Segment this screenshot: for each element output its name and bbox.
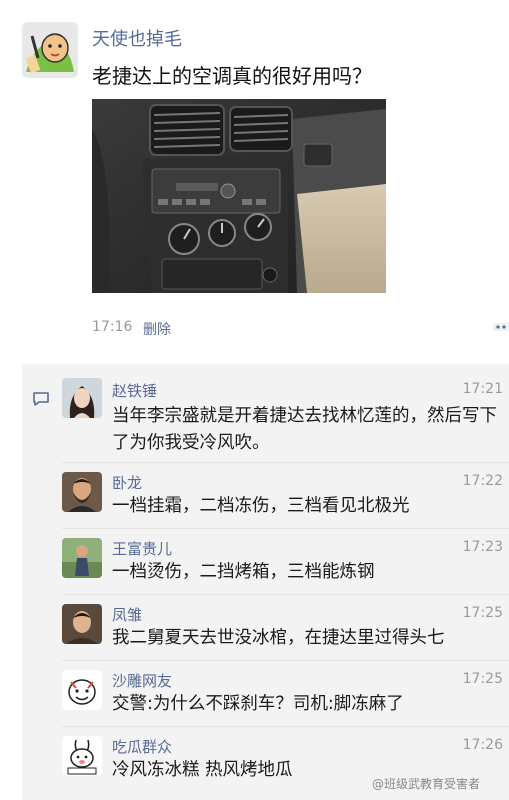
comment-time: 17:25 [462,671,503,687]
moments-post: 天使也掉毛 老捷达上的空调真的很好用吗？ 17:16 删除 [0,0,509,352]
comment-time: 17:26 [462,737,503,753]
comment-time: 17:23 [462,539,503,555]
comment-text: 我二舅夏天去世没冰棺，在捷达里过得头七 [112,628,445,648]
woman-avatar[interactable] [62,378,102,418]
person-outdoors-avatar[interactable] [62,538,102,578]
comment-author[interactable]: 沙雕网友 [112,670,172,691]
bearded-man-avatar[interactable] [62,472,102,512]
comment-time: 17:21 [462,381,503,397]
post-author-name[interactable]: 天使也掉毛 [92,25,182,51]
car-dashboard-photo-icon [92,99,386,293]
comment-text: 一档烫伤，二挡烤箱，三档能炼钢 [112,562,375,582]
comment-text: 一档挂霜，二档冻伤，三档看见北极光 [112,496,410,516]
cartoon-character-avatar-icon [22,22,78,78]
comment-time: 17:22 [462,473,503,489]
cartoon-face-avatar[interactable] [62,670,102,710]
post-text: 老捷达上的空调真的很好用吗？ [92,64,372,88]
comment-time: 17:25 [462,605,503,621]
comment-item[interactable]: 王富贵儿 17:23 一档烫伤，二挡烤箱，三档能炼钢 [22,528,509,594]
delete-link[interactable]: 删除 [143,319,171,339]
comment-author[interactable]: 吃瓜群众 [112,736,172,757]
comment-author[interactable]: 凤雏 [112,604,142,625]
man-portrait-avatar[interactable] [62,604,102,644]
comment-author[interactable]: 卧龙 [112,472,142,493]
comment-item[interactable]: 沙雕网友 17:25 交警:为什么不踩刹车？司机:脚冻麻了 [22,660,509,726]
comment-author[interactable]: 赵铁锤 [112,380,157,401]
comment-item[interactable]: 赵铁锤 17:21 当年李宗盛就是开着捷达去找林忆莲的，然后写下了为你我受冷风吹… [22,364,509,462]
watermark-text: @班级武教育受害者 [372,777,481,791]
comment-item[interactable]: 卧龙 17:22 一档挂霜，二档冻伤，三档看见北极光 [22,462,509,528]
comment-text: 交警:为什么不踩刹车？司机:脚冻麻了 [112,694,404,714]
more-options-icon[interactable] [490,318,509,334]
comment-item[interactable]: 凤雏 17:25 我二舅夏天去世没冰棺，在捷达里过得头七 [22,594,509,660]
post-author-avatar[interactable] [22,22,78,78]
cartoon-bunny-avatar[interactable] [62,736,102,776]
post-photo[interactable] [92,99,386,293]
comment-text: 当年李宗盛就是开着捷达去找林忆莲的，然后写下了为你我受冷风吹。 [112,406,497,453]
post-time: 17:16 [92,319,133,335]
comments-section: 赵铁锤 17:21 当年李宗盛就是开着捷达去找林忆莲的，然后写下了为你我受冷风吹… [22,364,509,800]
comment-author[interactable]: 王富贵儿 [112,538,172,559]
